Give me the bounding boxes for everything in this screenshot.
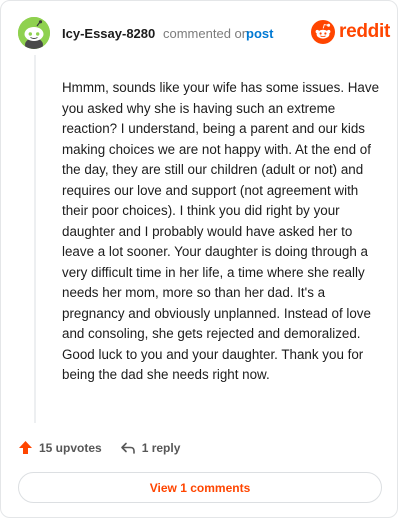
view-comments-button[interactable]: View 1 comments bbox=[18, 472, 382, 503]
post-link[interactable]: post bbox=[246, 26, 273, 41]
upvote-button[interactable]: 15 upvotes bbox=[18, 440, 102, 455]
comment-author[interactable]: Icy-Essay-8280 bbox=[62, 26, 155, 41]
reply-count: 1 reply bbox=[141, 440, 181, 455]
reddit-wordmark: reddit bbox=[339, 21, 390, 42]
reply-button[interactable]: 1 reply bbox=[120, 440, 181, 455]
upvote-arrow-icon bbox=[18, 440, 33, 455]
snoo-avatar-icon bbox=[18, 17, 50, 49]
thread-line[interactable] bbox=[34, 55, 36, 423]
commented-on-text: commented on bbox=[163, 26, 249, 41]
reddit-snoo-icon bbox=[311, 20, 335, 44]
upvote-count: 15 upvotes bbox=[39, 440, 102, 455]
comment-card: Icy-Essay-8280 commented on post reddit … bbox=[0, 0, 398, 518]
comment-body: Hmmm, sounds like your wife has some iss… bbox=[62, 80, 380, 382]
reply-arrow-icon bbox=[120, 441, 136, 455]
comment-actions: 15 upvotes 1 reply bbox=[18, 440, 180, 455]
user-avatar[interactable] bbox=[18, 17, 50, 49]
reddit-logo[interactable]: reddit bbox=[311, 20, 390, 44]
